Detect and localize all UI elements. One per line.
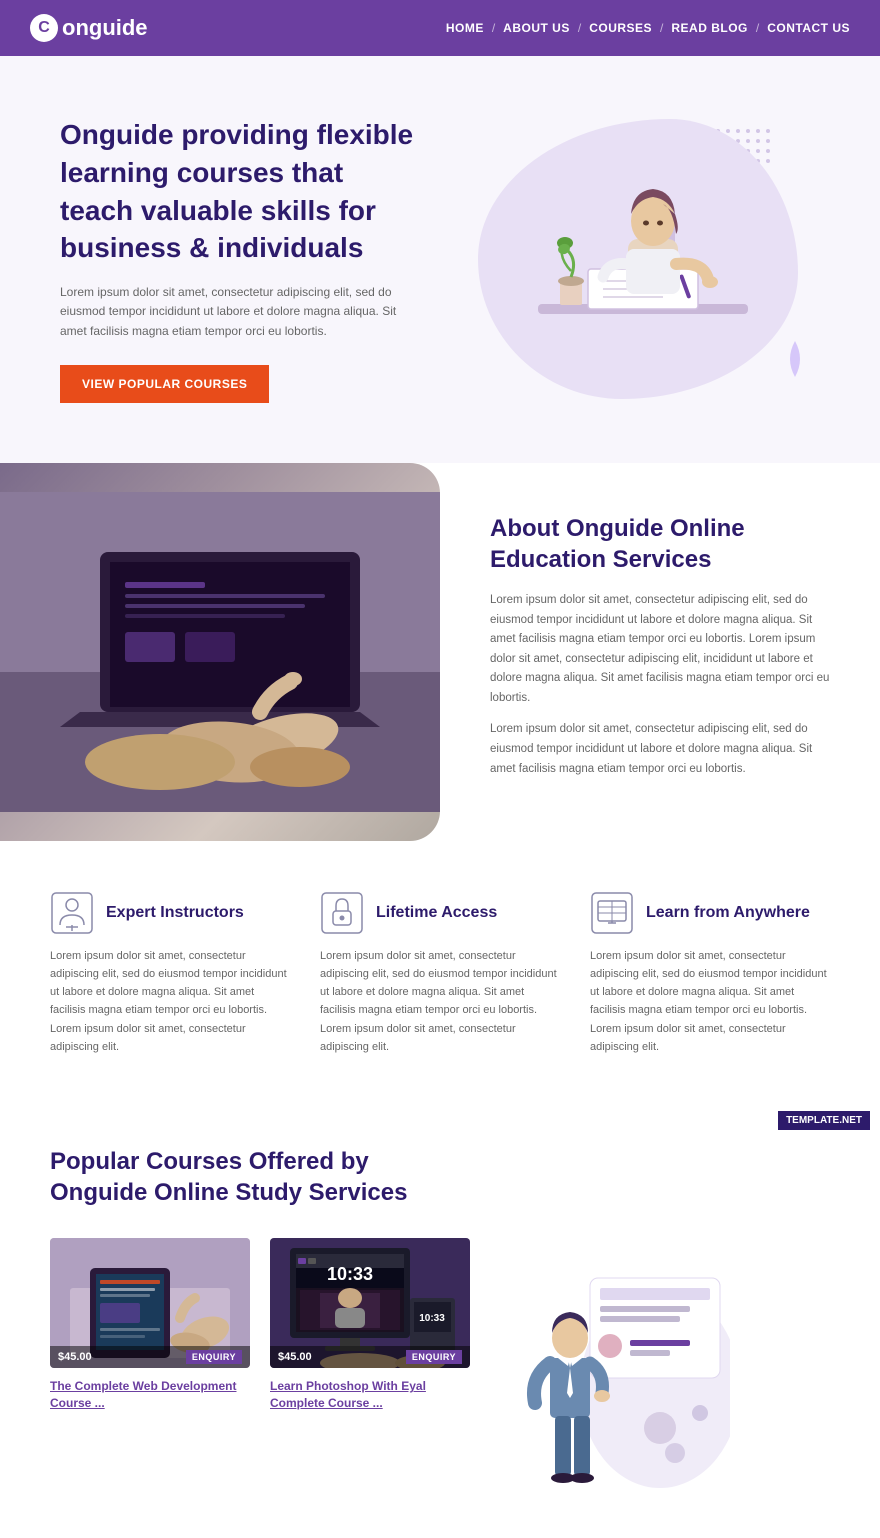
hero-deco-leaf bbox=[780, 339, 810, 384]
globe-icon bbox=[590, 891, 634, 935]
courses-title: Popular Courses Offered by Onguide Onlin… bbox=[50, 1146, 450, 1208]
feature-card-1: Lifetime Access Lorem ipsum dolor sit am… bbox=[320, 891, 560, 1056]
course-badge-0: $45.00 ENQUIRY bbox=[50, 1346, 250, 1368]
about-right: About Onguide Online Education Services … bbox=[440, 463, 880, 841]
hero-illustration bbox=[508, 149, 768, 369]
feature-title-2: Learn from Anywhere bbox=[646, 903, 810, 922]
nav-sep-2: / bbox=[578, 21, 581, 35]
course-image-1: 10:33 10:33 bbox=[270, 1238, 470, 1368]
about-image-inner bbox=[0, 463, 440, 841]
course-name-0[interactable]: The Complete Web Development Course ... bbox=[50, 1378, 250, 1412]
course-card-illus bbox=[490, 1238, 730, 1498]
nav-courses[interactable]: COURSES bbox=[589, 21, 652, 35]
about-para-2: Lorem ipsum dolor sit amet, consectetur … bbox=[490, 720, 830, 779]
hero-title: Onguide providing flexible learning cour… bbox=[60, 116, 420, 267]
feature-card-2: Learn from Anywhere Lorem ipsum dolor si… bbox=[590, 891, 830, 1056]
lock-icon bbox=[320, 891, 364, 935]
nav-blog[interactable]: READ BLOG bbox=[671, 21, 748, 35]
logo: C onguide bbox=[30, 14, 148, 42]
nav-home[interactable]: HOME bbox=[446, 21, 484, 35]
nav-about[interactable]: ABOUT US bbox=[503, 21, 570, 35]
feature-header-2: Learn from Anywhere bbox=[590, 891, 830, 935]
feature-title-0: Expert Instructors bbox=[106, 903, 244, 922]
feature-desc-0: Lorem ipsum dolor sit amet, consectetur … bbox=[50, 947, 290, 1056]
nav-sep-1: / bbox=[492, 21, 495, 35]
course-image-0: $45.00 ENQUIRY bbox=[50, 1238, 250, 1368]
course-enquiry-0[interactable]: ENQUIRY bbox=[186, 1350, 242, 1364]
about-image bbox=[0, 463, 440, 841]
feature-header-0: Expert Instructors bbox=[50, 891, 290, 935]
site-header: C onguide HOME / ABOUT US / COURSES / RE… bbox=[0, 0, 880, 56]
feature-header-1: Lifetime Access bbox=[320, 891, 560, 935]
template-badge: TEMPLATE.NET bbox=[778, 1111, 870, 1130]
courses-section: Popular Courses Offered by Onguide Onlin… bbox=[0, 1106, 880, 1538]
about-illustration bbox=[0, 492, 440, 812]
nav-sep-3: / bbox=[660, 21, 663, 35]
feature-desc-1: Lorem ipsum dolor sit amet, consectetur … bbox=[320, 947, 560, 1056]
nav-contact[interactable]: CONTACT US bbox=[767, 21, 850, 35]
main-nav: HOME / ABOUT US / COURSES / READ BLOG / … bbox=[446, 21, 850, 35]
course-price-0: $45.00 bbox=[58, 1351, 92, 1363]
svg-text:10:33: 10:33 bbox=[419, 1313, 445, 1324]
about-title: About Onguide Online Education Services bbox=[490, 513, 830, 575]
hero-illustration-blob bbox=[478, 119, 798, 399]
about-para-1: Lorem ipsum dolor sit amet, consectetur … bbox=[490, 591, 830, 708]
about-section: About Onguide Online Education Services … bbox=[0, 463, 880, 841]
hero-right bbox=[445, 119, 830, 399]
svg-text:10:33: 10:33 bbox=[327, 1264, 373, 1284]
course-card-1: 10:33 10:33 bbox=[270, 1238, 470, 1412]
view-courses-button[interactable]: VIEW POPULAR COURSES bbox=[60, 365, 269, 403]
course-card-0: $45.00 ENQUIRY The Complete Web Developm… bbox=[50, 1238, 250, 1412]
course-illustration bbox=[490, 1238, 730, 1498]
logo-circle: C bbox=[30, 14, 58, 42]
courses-grid: $45.00 ENQUIRY The Complete Web Developm… bbox=[50, 1238, 830, 1498]
course-enquiry-1[interactable]: ENQUIRY bbox=[406, 1350, 462, 1364]
hero-desc: Lorem ipsum dolor sit amet, consectetur … bbox=[60, 283, 400, 341]
feature-title-1: Lifetime Access bbox=[376, 903, 497, 922]
feature-card-0: Expert Instructors Lorem ipsum dolor sit… bbox=[50, 891, 290, 1056]
features-section: Expert Instructors Lorem ipsum dolor sit… bbox=[0, 841, 880, 1106]
feature-desc-2: Lorem ipsum dolor sit amet, consectetur … bbox=[590, 947, 830, 1056]
hero-section: Onguide providing flexible learning cour… bbox=[0, 56, 880, 463]
course-name-1[interactable]: Learn Photoshop With Eyal Complete Cours… bbox=[270, 1378, 470, 1412]
instructor-icon bbox=[50, 891, 94, 935]
hero-left: Onguide providing flexible learning cour… bbox=[60, 116, 445, 403]
nav-sep-4: / bbox=[756, 21, 759, 35]
course-price-1: $45.00 bbox=[278, 1351, 312, 1363]
course-badge-1: $45.00 ENQUIRY bbox=[270, 1346, 470, 1368]
logo-text: onguide bbox=[62, 15, 148, 41]
